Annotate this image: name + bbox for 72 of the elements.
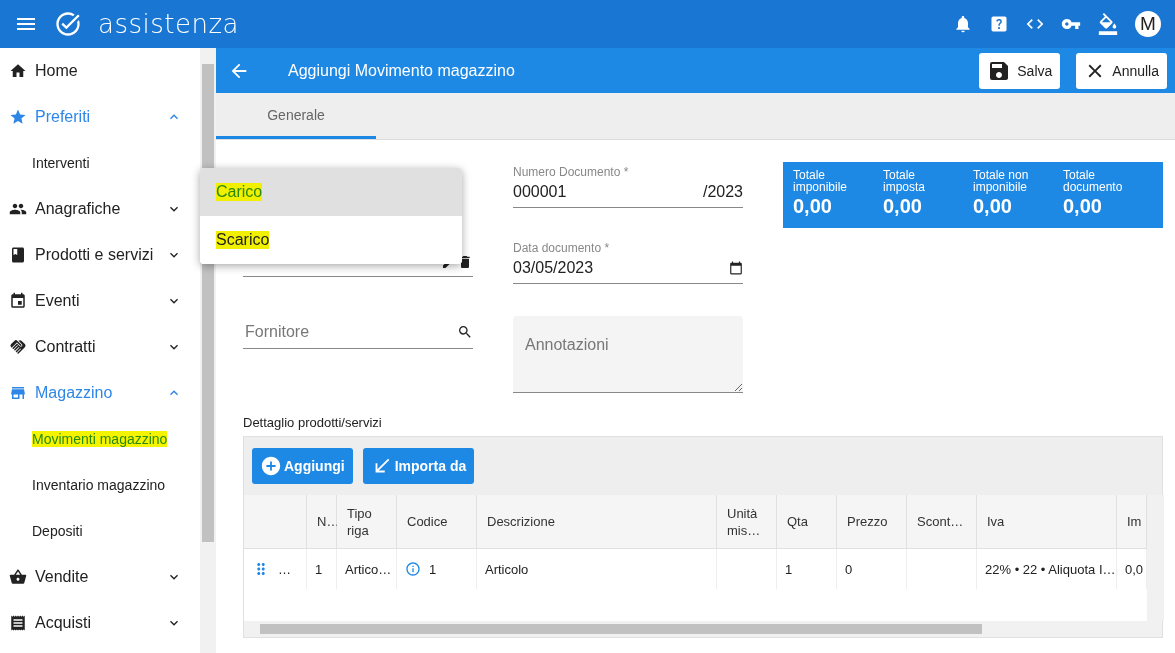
- sidebar-subitem[interactable]: Depositi: [32, 523, 83, 539]
- search-field[interactable]: Fornitore: [243, 322, 457, 342]
- total-label: Totale documento: [1063, 169, 1124, 193]
- column-header[interactable]: Qta: [777, 495, 837, 549]
- sidebar-item-icon: [9, 384, 27, 402]
- sidebar-item[interactable]: Acquisti: [0, 600, 200, 646]
- paint-bucket-icon[interactable]: [1097, 13, 1119, 35]
- column-header[interactable]: Tipo riga: [337, 495, 397, 549]
- column-header[interactable]: Codice: [397, 495, 477, 549]
- sidebar-item[interactable]: Eventi: [0, 278, 200, 324]
- table-cell: 1: [397, 549, 477, 589]
- sidebar-subitem[interactable]: Movimenti magazzino: [32, 431, 168, 447]
- column-header[interactable]: Descrizione: [477, 495, 717, 549]
- total-value: 0,00: [1063, 195, 1103, 218]
- sidebar-item-icon: [9, 246, 27, 264]
- user-avatar[interactable]: M: [1135, 11, 1161, 37]
- sidebar-item[interactable]: Anagrafiche: [0, 186, 200, 232]
- table-cell: 1: [307, 549, 337, 589]
- sidebar-item-icon: [9, 338, 27, 356]
- table-cell: Articolo: [477, 549, 717, 589]
- option-label: Carico: [216, 183, 263, 201]
- sidebar-subitem[interactable]: Interventi: [32, 155, 90, 171]
- info-icon[interactable]: [405, 561, 421, 577]
- total-value: 0,00: [883, 195, 923, 218]
- table-cell: …: [244, 549, 307, 589]
- sidebar-subitem[interactable]: Inventario magazzino: [32, 477, 166, 493]
- section-title: Dettaglio prodotti/servizi: [243, 415, 383, 430]
- date-field[interactable]: Data documento * 03/05/2023: [513, 238, 743, 284]
- sidebar-item-icon: [9, 568, 27, 586]
- sidebar-item[interactable]: Preferiti: [0, 94, 200, 140]
- total-value: 0,00: [793, 195, 833, 218]
- save-button[interactable]: Salva: [979, 52, 1061, 89]
- table-cell: Artico…: [337, 549, 397, 589]
- table-cell: 22% • 22 • Aliquota I…: [977, 549, 1117, 589]
- column-header[interactable]: Prezzo: [837, 495, 907, 549]
- sidebar-item[interactable]: Prodotti e servizi: [0, 232, 200, 278]
- column-header[interactable]: Im: [1117, 495, 1147, 549]
- total-label: Totale non imponibile: [973, 169, 1030, 193]
- column-header[interactable]: N…: [307, 495, 337, 549]
- help-icon[interactable]: [989, 14, 1009, 34]
- column-header[interactable]: Unità mis…: [717, 495, 777, 549]
- table-cell: 0: [837, 549, 907, 589]
- cancel-button[interactable]: Annulla: [1076, 52, 1167, 89]
- sidebar-item-icon: [9, 292, 27, 310]
- menu-option[interactable]: Carico: [200, 168, 462, 216]
- sidebar-item[interactable]: Magazzino: [0, 370, 200, 416]
- option-label: Scarico: [216, 231, 270, 249]
- bell-icon[interactable]: [953, 14, 973, 34]
- total-label: Totale imposta: [883, 169, 927, 193]
- input-field[interactable]: Numero Documento * 000001 /2023: [513, 162, 743, 208]
- tab[interactable]: Generale: [216, 93, 376, 139]
- total-value: 0,00: [973, 195, 1013, 218]
- sidebar-item[interactable]: Vendite: [0, 554, 200, 600]
- table-cell: 0,0: [1117, 549, 1147, 589]
- check-circle-logo-icon: [54, 10, 82, 38]
- import-button[interactable]: Importa da: [362, 448, 475, 484]
- sidebar-item-icon: [9, 62, 27, 80]
- calendar-icon[interactable]: [729, 261, 743, 275]
- total-label: Totale imponibile: [793, 169, 849, 193]
- search-icon[interactable]: [457, 324, 473, 340]
- sidebar-item[interactable]: Contratti: [0, 324, 200, 370]
- notes-field[interactable]: Annotazioni: [513, 316, 743, 393]
- sidebar-item-icon: [9, 108, 27, 126]
- menu-option[interactable]: Scarico: [200, 216, 462, 264]
- sidebar-item[interactable]: Home: [0, 48, 200, 94]
- column-header[interactable]: Scont…: [907, 495, 977, 549]
- column-header[interactable]: Iva: [977, 495, 1117, 549]
- sidebar-item-icon: [9, 614, 27, 632]
- add-button[interactable]: Aggiungi: [252, 448, 353, 484]
- page-title: Aggiungi Movimento magazzino: [288, 61, 516, 80]
- table-cell: 1: [777, 549, 837, 589]
- app-logo: assistenza: [98, 9, 240, 39]
